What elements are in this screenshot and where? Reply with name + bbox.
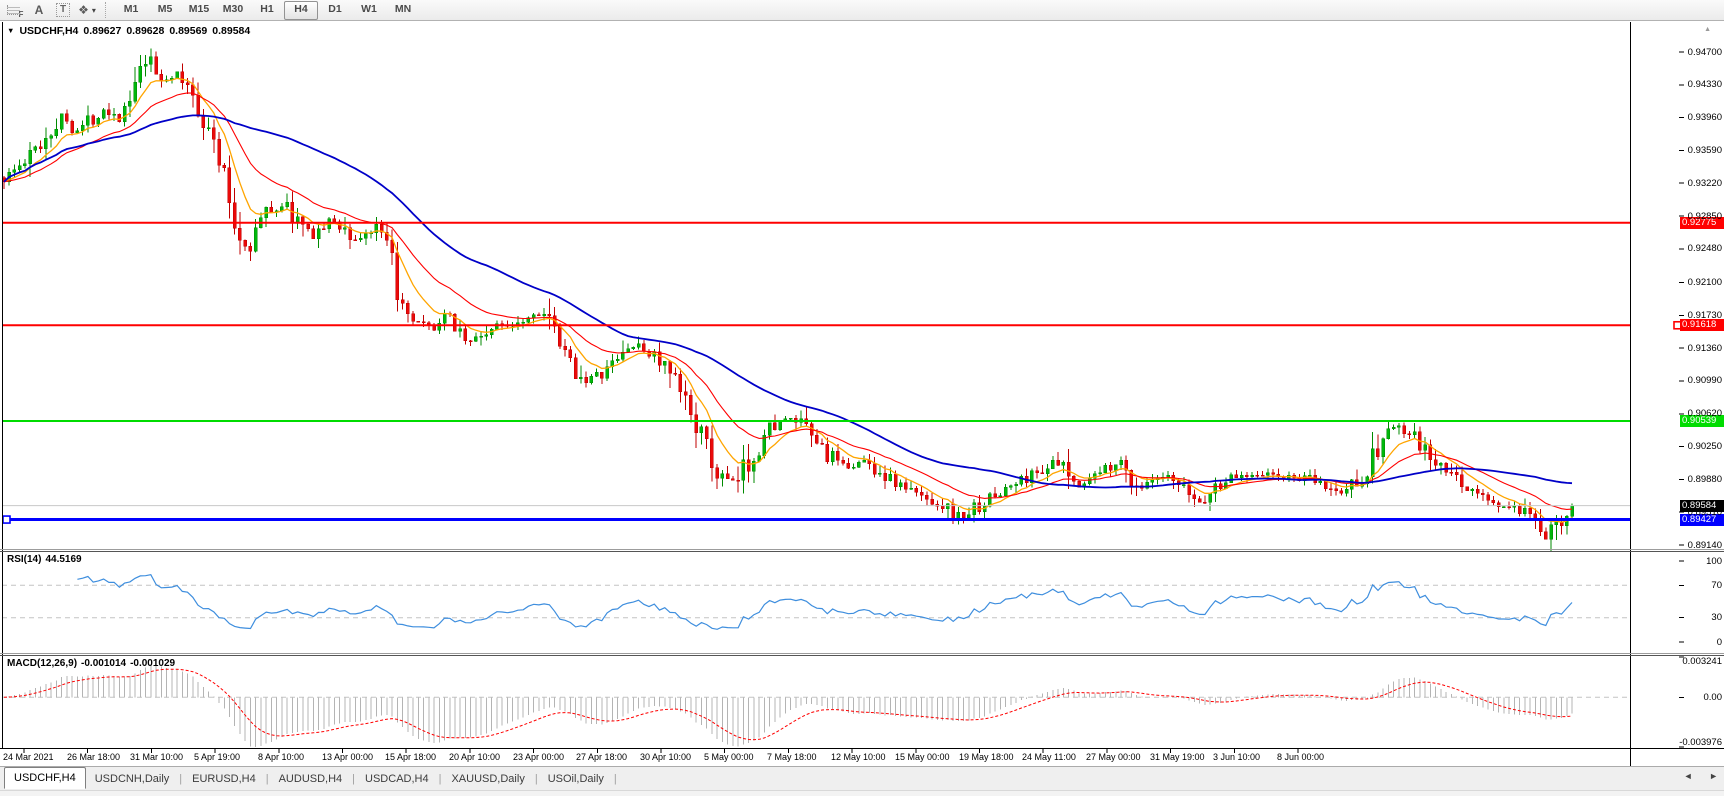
moving-averages [3,77,1573,523]
t-box-glyph: T [55,3,71,17]
timeframe-button-m15[interactable]: M15 [182,1,216,18]
mt4-window: F A T ❖ ▾ M1 M5 M15 M30 H1 H4 D1 W1 MN ▼ USDCHF,H… [0,0,1724,796]
tab-separator: | [613,773,617,785]
timeframe-button-mn[interactable]: MN [386,1,420,18]
tab-scroll-arrows: ◄ ► [1670,771,1718,781]
bottom-bar: USDCHF,H4 USDCNH,Daily | EURUSD,H4 | AUDUSD,H… [0,766,1724,796]
toolbar: F A T ❖ ▾ M1 M5 M15 M30 H1 H4 D1 W1 MN [0,0,1724,21]
timeframe-button-m1[interactable]: M1 [114,1,148,18]
chart-tabs: USDCHF,H4 USDCNH,Daily | EURUSD,H4 | AUDUSD,H… [0,767,1724,789]
chart-tab-eurusd-h4[interactable]: EURUSD,H4 [183,769,265,789]
chart-tab-usdchf-h4[interactable]: USDCHF,H4 [4,767,86,789]
hline-object-0.91618[interactable] [2,320,1682,330]
dropdown-caret-icon: ▾ [91,5,96,15]
diamonds-glyph: ❖ [78,3,89,17]
text-annotation-icon[interactable]: A [28,1,50,19]
hline-object-0.89427[interactable] [2,515,1630,524]
chart-canvas[interactable] [0,0,1724,766]
grid-glyph [6,5,20,15]
axis-ticks [23,51,1684,753]
chart-tab-usdcad-h4[interactable]: USDCAD,H4 [356,769,438,789]
timeframe-button-m5[interactable]: M5 [148,1,182,18]
macd-signal-line [3,668,1573,741]
tab-scroll-right-icon[interactable]: ► [1709,771,1718,781]
chart-tab-xauusd-daily[interactable]: XAUUSD,Daily [442,769,533,789]
timeframe-button-d1[interactable]: D1 [318,1,352,18]
text-label-icon[interactable]: T [52,1,74,19]
timeframe-button-h1[interactable]: H1 [250,1,284,18]
chart-tab-usoil-daily[interactable]: USOil,Daily [539,769,613,789]
timeframe-button-m30[interactable]: M30 [216,1,250,18]
rsi-line [77,574,1573,630]
timeframe-button-h4[interactable]: H4 [284,0,318,20]
indicator-gridlines [2,584,1630,698]
tab-scroll-left-icon[interactable]: ◄ [1684,771,1693,781]
timeframe-buttons: M1 M5 M15 M30 H1 H4 D1 W1 MN [114,0,420,20]
macd-histogram [8,664,1573,747]
chart-tab-audusd-h4[interactable]: AUDUSD,H4 [270,769,352,789]
status-strip [0,790,1724,796]
cursor-style-icon[interactable]: ❖ ▾ [76,1,98,19]
fibonacci-grid-icon[interactable]: F [4,1,26,19]
panel-borders [0,22,1724,766]
toolbar-separator [105,2,107,18]
timeframe-button-w1[interactable]: W1 [352,1,386,18]
chart-tab-usdcnh-daily[interactable]: USDCNH,Daily [86,769,179,789]
